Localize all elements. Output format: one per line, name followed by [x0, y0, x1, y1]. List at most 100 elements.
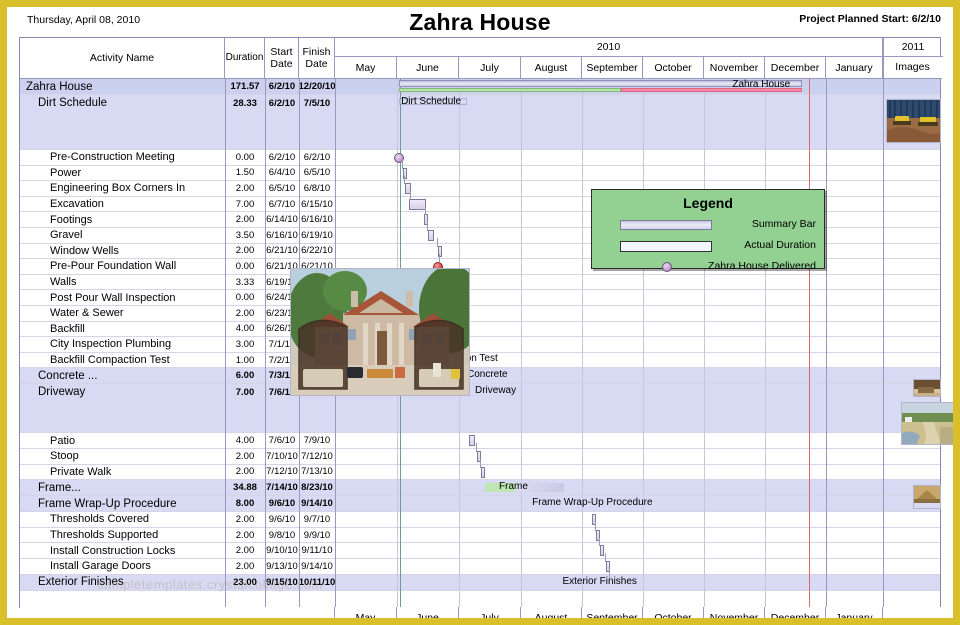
duration-cell: 171.57 [230, 81, 260, 92]
table-row[interactable]: Dirt Schedule 28.33 6/2/10 7/5/10 [20, 95, 940, 150]
duration-cell: 2.00 [235, 513, 255, 525]
finish-date-cell: 9/11/10 [301, 545, 333, 557]
task-bar[interactable] [481, 466, 485, 478]
activity-name-cell: Water & Sewer [50, 307, 124, 320]
timeline-year-2011: 2011 [883, 38, 943, 57]
duration-cell: 8.00 [235, 498, 255, 510]
footer-month-december: December [765, 607, 826, 618]
gridline-december [765, 79, 766, 607]
legend-actual-duration-swatch [620, 241, 712, 252]
finish-date-line1: Finish [302, 45, 331, 58]
task-bar[interactable] [600, 545, 605, 557]
finish-date-cell: 7/12/10 [301, 450, 333, 462]
table-row[interactable]: Frame... 34.88 7/14/10 8/23/10 [20, 480, 940, 497]
column-header-images: Images [883, 57, 942, 78]
duration-cell: 3.33 [235, 276, 255, 288]
bar-label: Exterior Finishes [562, 575, 637, 587]
gridline-august [521, 79, 522, 607]
table-row[interactable]: Patio 4.00 7/6/10 7/9/10 [20, 433, 940, 449]
duration-cell: 2.00 [235, 214, 255, 226]
table-row[interactable]: Water & Sewer2.006/23/106/24/10 [20, 306, 940, 322]
table-row[interactable]: Install Construction Locks 2.00 9/10/10 9/1… [20, 543, 940, 559]
finish-date-cell: 10/11/10 [298, 576, 336, 588]
progress-bar-complete [399, 88, 621, 92]
duration-cell: 1.50 [235, 167, 255, 179]
footer-images-spacer [883, 607, 942, 618]
legend-item-label: Actual Duration [744, 239, 816, 251]
activity-name-cell: Power [50, 166, 82, 179]
table-row[interactable]: Frame Wrap-Up Procedure 8.00 9/6/10 9/14/10 [20, 496, 940, 513]
table-row[interactable]: City Inspection Plumbing3.007/1/107/5/10 [20, 337, 940, 353]
timeline-footer: May June July August September October N… [20, 607, 942, 618]
activity-name-cell: Zahra House [26, 80, 93, 93]
dependency-link [599, 537, 601, 547]
table-row[interactable]: Thresholds Covered 2.00 9/6/10 9/7/10 [20, 512, 940, 528]
task-bar[interactable] [469, 435, 475, 447]
start-date-cell: 6/4/10 [268, 167, 296, 179]
bar-label: Zahra House [732, 79, 791, 90]
legend-item-delivered: Zahra House Delivered [592, 259, 824, 276]
finish-date-cell: 6/2/10 [303, 151, 331, 163]
dependency-link [595, 522, 597, 531]
duration-cell: 2.00 [235, 560, 255, 572]
duration-cell: 0.00 [235, 151, 255, 163]
dependency-link [609, 569, 611, 578]
table-row[interactable]: Thresholds Supported 2.00 9/8/10 9/9/10 [20, 527, 940, 544]
table-row[interactable]: Power 1.50 6/4/10 6/5/10 [20, 165, 940, 182]
table-row[interactable]: Walls3.336/19/106/24/10 [20, 274, 940, 291]
finish-date-cell: 6/19/10 [301, 229, 333, 241]
start-date-cell: 9/10/10 [266, 545, 298, 557]
start-date-cell: 6/16/10 [266, 229, 298, 241]
dependency-link [404, 175, 406, 185]
timeline-year-2010: 2010 [335, 38, 883, 57]
bar-label: Concrete [467, 369, 508, 381]
table-row[interactable]: Pre-Construction Meeting 0.00 6/2/10 6/2/10 [20, 150, 940, 166]
finish-date-cell: 12/20/10 [298, 81, 336, 92]
task-bar[interactable] [428, 230, 435, 241]
bar-label: Driveway [475, 385, 517, 397]
col-sep-duration [225, 79, 226, 607]
start-date-cell: 7/14/10 [266, 482, 298, 494]
driveway-photo [901, 402, 953, 445]
frame-photo [913, 485, 941, 509]
duration-cell: 2.00 [235, 545, 255, 557]
activity-name-cell: Thresholds Covered [50, 513, 150, 526]
zahra-house-photo [290, 268, 470, 396]
start-date-cell: 6/2/10 [268, 151, 296, 163]
legend-item-label: Summary Bar [751, 218, 816, 230]
start-date-line2: Date [270, 58, 293, 70]
duration-cell: 2.00 [235, 182, 255, 194]
table-row[interactable]: Exterior Finishes 23.00 9/15/10 10/11/10 [20, 574, 940, 591]
timeline-month-september: September [582, 57, 643, 78]
column-header-duration: Duration [225, 38, 265, 78]
bar-label: Frame [499, 481, 528, 493]
duration-cell: 6.00 [235, 370, 255, 382]
start-date-cell: 6/14/10 [266, 214, 298, 226]
activity-name-cell: Window Wells [50, 244, 119, 257]
table-row[interactable]: Post Pour Wall Inspection0.006/24/106/24… [20, 290, 940, 306]
duration-cell: 7.00 [235, 387, 255, 399]
activity-name-cell: Frame Wrap-Up Procedure [38, 497, 177, 510]
bar-label: Dirt Schedule [401, 96, 462, 107]
gridline-november [704, 79, 705, 607]
table-row[interactable]: Install Garage Doors 2.00 9/13/10 9/14/10 [20, 559, 940, 575]
table-row[interactable]: Backfill4.006/26/106/30/10 [20, 321, 940, 338]
duration-cell: 3.00 [235, 338, 255, 350]
duration-cell: 0.00 [235, 260, 255, 272]
column-header-activity-name: Activity Name [20, 38, 225, 78]
timeline-month-may: May [335, 57, 397, 78]
start-date-cell: 6/2/10 [268, 81, 296, 92]
start-date-cell: 7/6/10 [268, 435, 296, 447]
footer-month-september: September [582, 607, 643, 618]
finish-date-cell: 7/5/10 [303, 98, 331, 109]
duration-cell: 34.88 [233, 482, 257, 494]
task-bar[interactable] [409, 198, 426, 210]
dependency-link [480, 459, 481, 468]
dependency-link [427, 222, 428, 231]
activity-name-cell: Gravel [50, 229, 83, 242]
start-date-cell: 6/7/10 [268, 198, 296, 210]
footer-month-november: November [704, 607, 765, 618]
activity-name-cell: Concrete ... [38, 369, 98, 382]
dependency-link [410, 191, 412, 200]
column-header-start-date: Start Date [265, 38, 299, 78]
